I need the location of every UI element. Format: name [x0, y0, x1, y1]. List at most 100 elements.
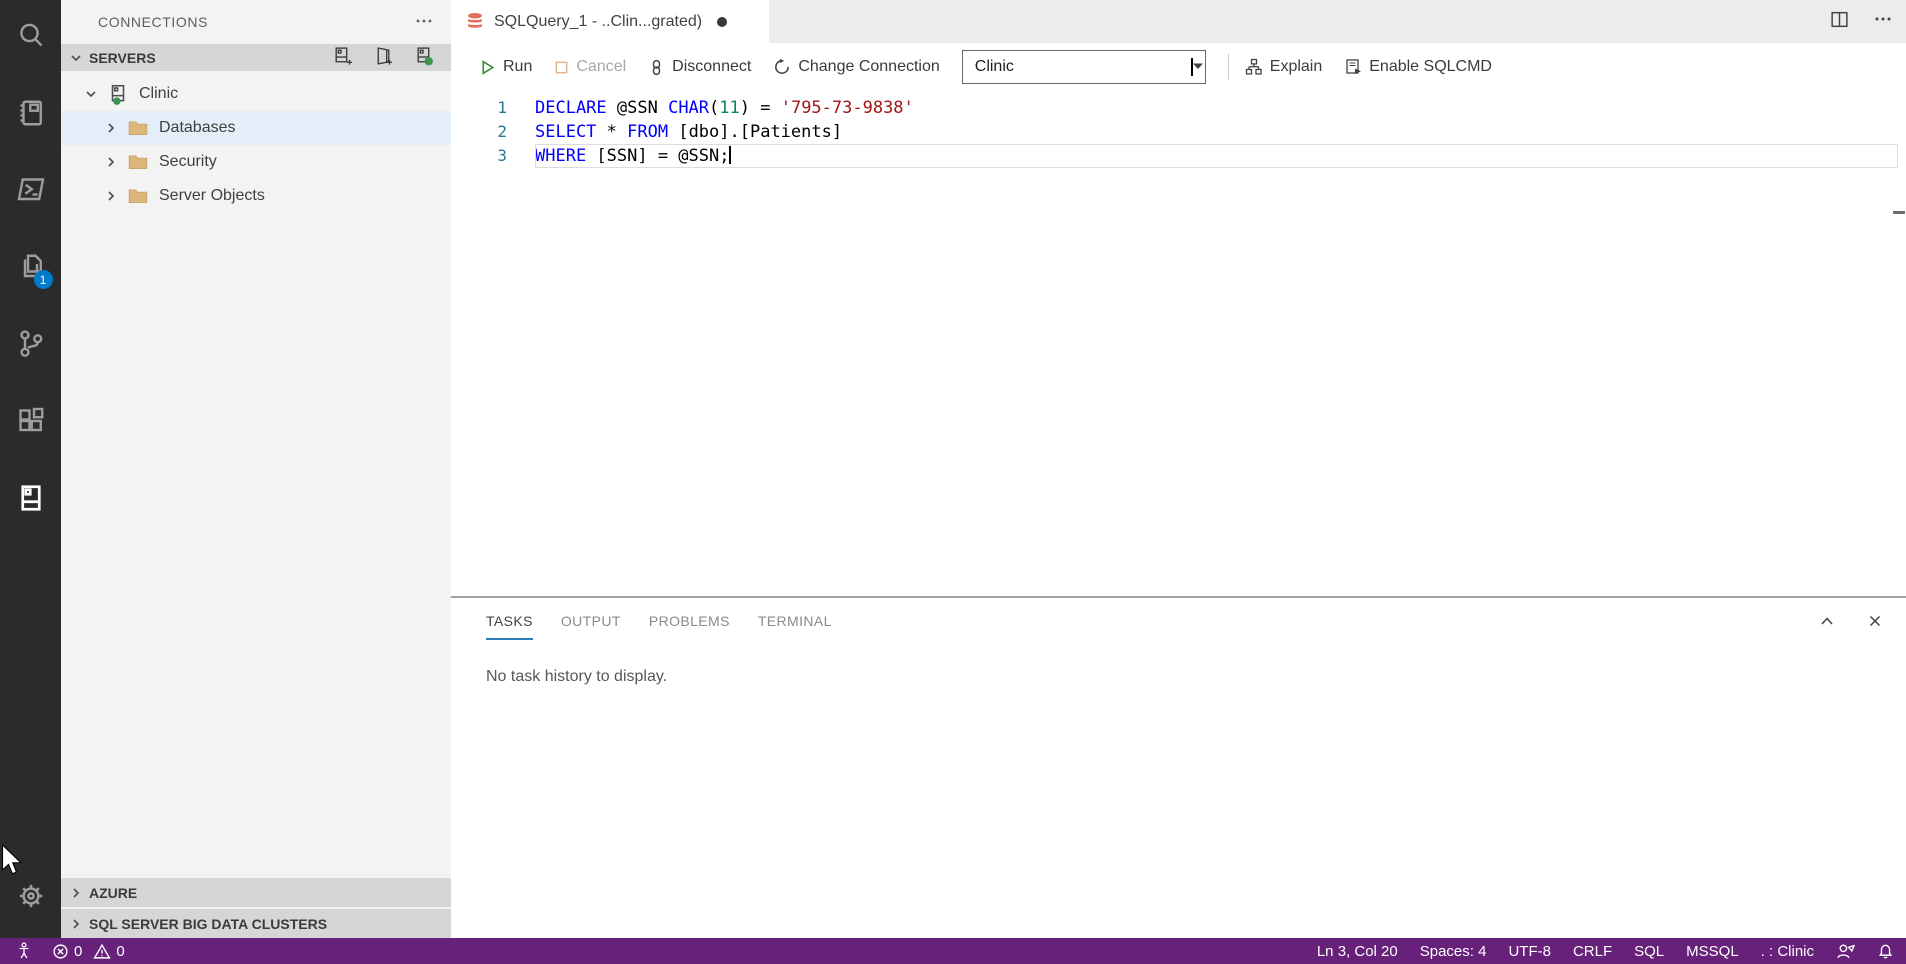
chevron-right-icon	[69, 886, 83, 900]
tree-item-label: Security	[159, 153, 217, 171]
search-icon[interactable]	[7, 8, 55, 64]
close-panel-icon[interactable]	[1866, 612, 1884, 635]
error-count: 0	[74, 943, 82, 960]
maximize-panel-icon[interactable]	[1818, 612, 1836, 635]
overview-ruler-cursor-mark	[1893, 211, 1905, 214]
indentation-status[interactable]: Spaces: 4	[1420, 943, 1487, 960]
tab-output[interactable]: OUTPUT	[561, 613, 621, 640]
tree-item-label: Databases	[159, 119, 236, 137]
toolbar-separator	[1228, 54, 1229, 80]
extensions-icon[interactable]	[7, 393, 55, 449]
code-line-1[interactable]: 1DECLARE @SSN CHAR(11) = '795-73-9838'	[451, 96, 1906, 120]
servers-section-label: SERVERS	[89, 50, 156, 66]
database-dropdown[interactable]: Clinic	[962, 50, 1206, 84]
azure-section-label: AZURE	[89, 885, 137, 901]
code-token: FROM	[627, 122, 668, 142]
tree-item-clinic-server[interactable]: Clinic	[61, 77, 451, 111]
tree-item-security[interactable]: Security	[61, 145, 451, 179]
tab-title: SQLQuery_1 - ..Clin...grated)	[494, 13, 702, 31]
tree-item-server-objects[interactable]: Server Objects	[61, 179, 451, 213]
open-editors-icon[interactable]: 1	[7, 239, 55, 295]
enable-sqlcmd-button[interactable]: Enable SQLCMD	[1344, 58, 1492, 76]
tree-item-label: Server Objects	[159, 187, 265, 205]
new-server-group-icon[interactable]	[373, 46, 394, 70]
cursor-position-status[interactable]: Ln 3, Col 20	[1317, 943, 1398, 960]
editor-area: SQLQuery_1 - ..Clin...grated) Run Cancel	[451, 0, 1906, 938]
notifications-bell-icon[interactable]	[1877, 942, 1894, 960]
query-toolbar: Run Cancel Disconnect Change Connection …	[451, 43, 1906, 91]
refresh-connection-icon	[773, 58, 791, 76]
code-line-3[interactable]: 3WHERE [SSN] = @SSN;	[451, 144, 1906, 168]
code-token: 11	[719, 98, 739, 118]
tab-sqlquery1[interactable]: SQLQuery_1 - ..Clin...grated)	[451, 0, 769, 43]
servers-section-header[interactable]: SERVERS	[61, 44, 451, 71]
code-token: CHAR	[668, 98, 709, 118]
link-icon	[648, 59, 665, 76]
tab-terminal[interactable]: TERMINAL	[758, 613, 832, 640]
chevron-down-icon	[1191, 58, 1193, 76]
code-editor[interactable]: 1DECLARE @SSN CHAR(11) = '795-73-9838' 2…	[451, 91, 1906, 596]
server-icon	[107, 83, 129, 105]
new-connection-icon[interactable]	[332, 46, 353, 70]
code-line-2[interactable]: 2SELECT * FROM [dbo].[Patients]	[451, 120, 1906, 144]
tab-problems[interactable]: PROBLEMS	[649, 613, 730, 640]
notebook-icon[interactable]	[7, 85, 55, 141]
chevron-down-icon[interactable]	[83, 87, 99, 101]
encoding-status[interactable]: UTF-8	[1508, 943, 1551, 960]
eol-status[interactable]: CRLF	[1573, 943, 1612, 960]
change-connection-button[interactable]: Change Connection	[773, 58, 939, 76]
code-token: [dbo].[Patients]	[668, 122, 842, 142]
explain-button[interactable]: Explain	[1245, 58, 1322, 76]
big-data-clusters-section-header[interactable]: SQL SERVER BIG DATA CLUSTERS	[61, 907, 451, 938]
database-icon	[465, 12, 485, 32]
code-token: *	[596, 122, 627, 142]
chevron-right-icon[interactable]	[103, 155, 119, 169]
connection-status[interactable]: . : Clinic	[1761, 943, 1814, 960]
tab-bar: SQLQuery_1 - ..Clin...grated)	[451, 0, 1906, 43]
terminal-icon[interactable]	[7, 162, 55, 218]
tree-item-databases[interactable]: Databases	[61, 111, 451, 145]
warning-icon	[93, 943, 111, 960]
panel-tab-bar: TASKS OUTPUT PROBLEMS TERMINAL	[451, 598, 1906, 640]
problems-status[interactable]: 0 0	[52, 943, 125, 960]
line-number: 3	[451, 144, 535, 168]
activity-bar: 1	[0, 0, 61, 938]
cancel-button[interactable]: Cancel	[554, 58, 626, 76]
app-window: 1 CONNECTIONS SERVER	[0, 0, 1906, 938]
servers-tree: Clinic Databases Security	[61, 71, 451, 213]
active-connections-icon[interactable]	[414, 46, 435, 70]
split-editor-icon[interactable]	[1829, 9, 1850, 35]
run-button[interactable]: Run	[479, 58, 532, 76]
run-play-icon	[479, 59, 496, 76]
sidebar-title: CONNECTIONS	[98, 14, 208, 30]
code-token: SELECT	[535, 122, 596, 142]
connections-icon[interactable]	[7, 470, 55, 526]
code-token: ) =	[740, 98, 781, 118]
source-control-icon[interactable]	[7, 316, 55, 372]
sidebar-title-row: CONNECTIONS	[61, 0, 451, 44]
language-mode-status[interactable]: SQL	[1634, 943, 1664, 960]
dirty-indicator-icon[interactable]	[717, 17, 727, 27]
code-token: (	[709, 98, 719, 118]
bottom-panel: TASKS OUTPUT PROBLEMS TERMINAL No task h…	[451, 596, 1906, 938]
disconnect-button[interactable]: Disconnect	[648, 58, 751, 76]
accessibility-icon[interactable]	[16, 942, 32, 960]
database-dropdown-value: Clinic	[975, 58, 1014, 76]
chevron-right-icon[interactable]	[103, 121, 119, 135]
explain-plan-icon	[1245, 58, 1263, 76]
provider-status[interactable]: MSSQL	[1686, 943, 1739, 960]
line-number: 1	[451, 96, 535, 120]
status-bar: 0 0 Ln 3, Col 20 Spaces: 4 UTF-8 CRLF SQ…	[0, 938, 1906, 964]
more-actions-icon[interactable]	[1874, 10, 1892, 33]
feedback-icon[interactable]	[1836, 943, 1855, 960]
big-data-clusters-section-label: SQL SERVER BIG DATA CLUSTERS	[89, 916, 327, 932]
panel-empty-message: No task history to display.	[451, 640, 1906, 686]
sidebar-bottom-sections: AZURE SQL SERVER BIG DATA CLUSTERS	[61, 876, 451, 938]
chevron-right-icon[interactable]	[103, 189, 119, 203]
azure-section-header[interactable]: AZURE	[61, 876, 451, 907]
more-actions-icon[interactable]	[415, 12, 433, 33]
folder-icon	[127, 151, 149, 173]
tab-tasks[interactable]: TASKS	[486, 613, 533, 640]
text-cursor	[729, 146, 731, 164]
settings-gear-icon[interactable]	[7, 868, 55, 924]
